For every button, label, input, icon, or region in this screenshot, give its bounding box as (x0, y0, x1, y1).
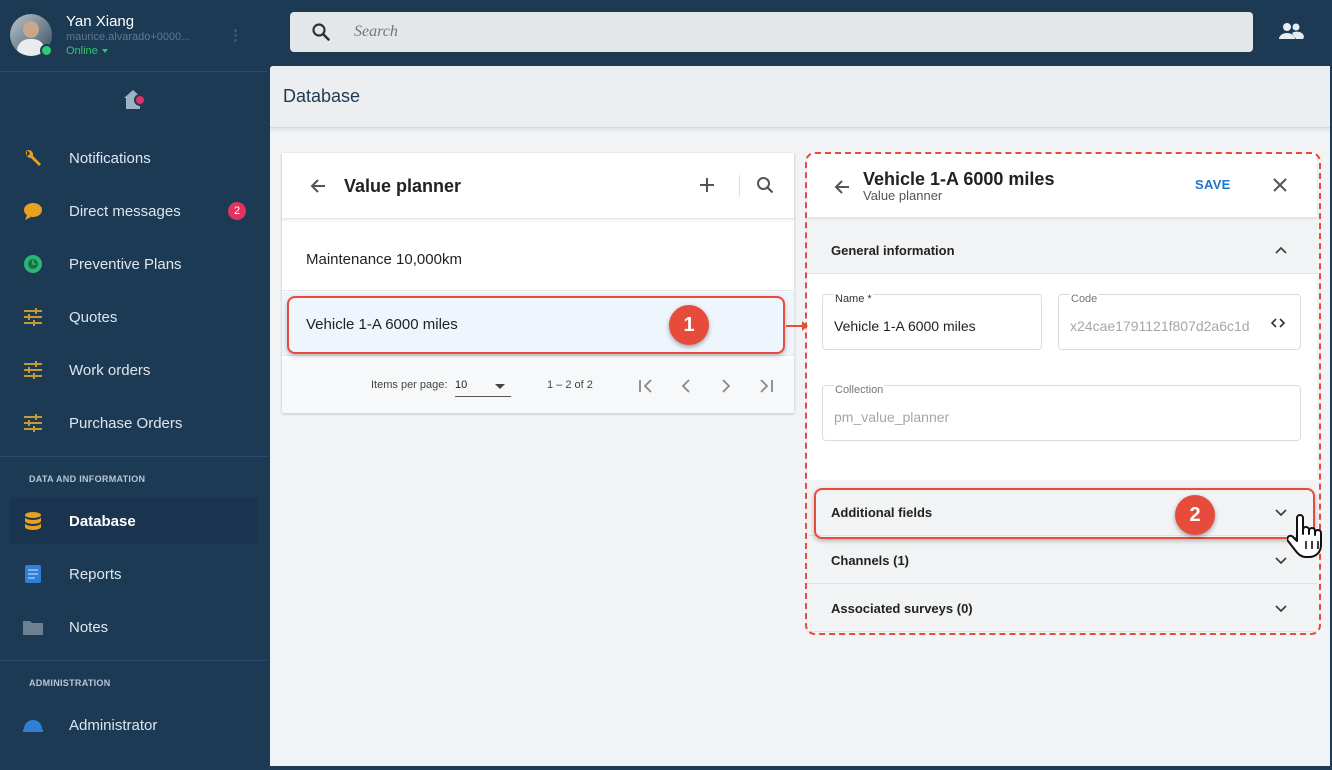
sidebar-item-quotes[interactable]: Quotes (10, 294, 258, 340)
sidebar-item-label: Direct messages (69, 203, 181, 220)
database-icon (25, 512, 41, 530)
paginator: Items per page: 10 1 – 2 of 2 (282, 359, 794, 413)
sidebar-item-notes[interactable]: Notes (10, 604, 258, 650)
add-icon[interactable] (698, 176, 716, 194)
sidebar-item-label: Notes (69, 619, 109, 636)
folder-icon (23, 621, 43, 635)
annotation-highlight-section (814, 488, 1315, 539)
user-profile[interactable]: Yan Xiang maurice.alvarado+0000... Onlin… (0, 0, 268, 72)
list-item[interactable]: Maintenance 10,000km (282, 227, 794, 291)
user-status-dropdown[interactable]: Online (66, 45, 108, 57)
sidebar-item-direct-messages[interactable]: Direct messages 2 (10, 188, 258, 234)
page-header: Database (270, 66, 1330, 128)
items-per-page-label: Items per page: (371, 379, 448, 391)
previous-page-icon[interactable] (676, 376, 696, 396)
user-status-label: Online (66, 45, 98, 57)
items-per-page-value: 10 (455, 379, 468, 391)
sidebar-item-label: Quotes (69, 309, 118, 326)
page-range: 1 – 2 of 2 (547, 379, 593, 391)
list-item-label: Maintenance 10,000km (306, 251, 462, 268)
top-bar (268, 0, 1332, 64)
sidebar-item-notifications[interactable]: Notifications (10, 135, 258, 181)
annotation-dashed-outline (805, 152, 1321, 635)
online-status-dot (40, 44, 53, 57)
items-per-page-select[interactable]: 10 (455, 375, 511, 397)
divider (739, 175, 740, 197)
list-panel-header: Value planner (282, 153, 794, 219)
sidebar-item-label: Preventive Plans (69, 256, 182, 273)
sidebar-item-label: Administrator (69, 717, 158, 734)
value-planner-list-panel: Value planner Maintenance 10,000km Vehic… (282, 153, 794, 413)
sidebar-item-label: Database (69, 513, 136, 530)
sidebar-item-work-orders[interactable]: Work orders (10, 347, 258, 393)
helmet-icon (23, 720, 43, 732)
sidebar-item-preventive-plans[interactable]: Preventive Plans (10, 241, 258, 287)
sidebar-item-label: Purchase Orders (69, 415, 183, 432)
first-page-icon[interactable] (636, 376, 656, 396)
sidebar: Yan Xiang maurice.alvarado+0000... Onlin… (0, 0, 268, 770)
caret-down-icon (495, 384, 505, 389)
hand-pointer-icon (1287, 514, 1322, 558)
back-arrow-icon[interactable] (308, 176, 328, 196)
user-email: maurice.alvarado+0000... (66, 31, 191, 43)
page-title: Database (283, 86, 361, 106)
chat-bubble-icon (24, 203, 42, 220)
clock-globe-icon (24, 255, 42, 273)
next-page-icon[interactable] (716, 376, 736, 396)
section-label-data: DATA AND INFORMATION (29, 474, 146, 484)
search-icon (312, 23, 330, 41)
last-page-icon[interactable] (756, 376, 776, 396)
sidebar-item-reports[interactable]: Reports (10, 551, 258, 597)
unread-count-badge: 2 (228, 202, 246, 220)
sidebar-item-purchase-orders[interactable]: Purchase Orders (10, 400, 258, 446)
sidebar-item-label: Reports (69, 566, 122, 583)
wrench-icon (26, 149, 41, 166)
caret-down-icon (101, 49, 108, 54)
sliders-icon (24, 361, 42, 379)
divider (0, 660, 268, 661)
section-label-admin: ADMINISTRATION (29, 678, 111, 688)
people-icon[interactable] (1278, 22, 1304, 40)
sliders-icon (24, 308, 42, 326)
list-title: Value planner (344, 176, 462, 196)
user-name: Yan Xiang (66, 13, 135, 30)
search-bar[interactable] (290, 12, 1253, 52)
divider (0, 456, 268, 457)
annotation-highlight-row (287, 296, 785, 354)
search-input[interactable] (354, 20, 1214, 44)
sidebar-item-administrator[interactable]: Administrator (10, 702, 258, 748)
annotation-step-badge: 2 (1175, 495, 1215, 535)
sidebar-item-label: Notifications (69, 150, 151, 167)
more-vertical-icon[interactable] (232, 27, 238, 45)
home-notification-dot (134, 94, 146, 106)
search-icon[interactable] (756, 176, 774, 194)
document-icon (25, 565, 41, 583)
annotation-connector-arrow (786, 321, 808, 331)
sidebar-item-database[interactable]: Database (10, 498, 258, 544)
home-icon[interactable] (122, 90, 148, 112)
sidebar-item-label: Work orders (69, 362, 151, 379)
annotation-step-badge: 1 (669, 305, 709, 345)
sliders-icon (24, 414, 42, 432)
